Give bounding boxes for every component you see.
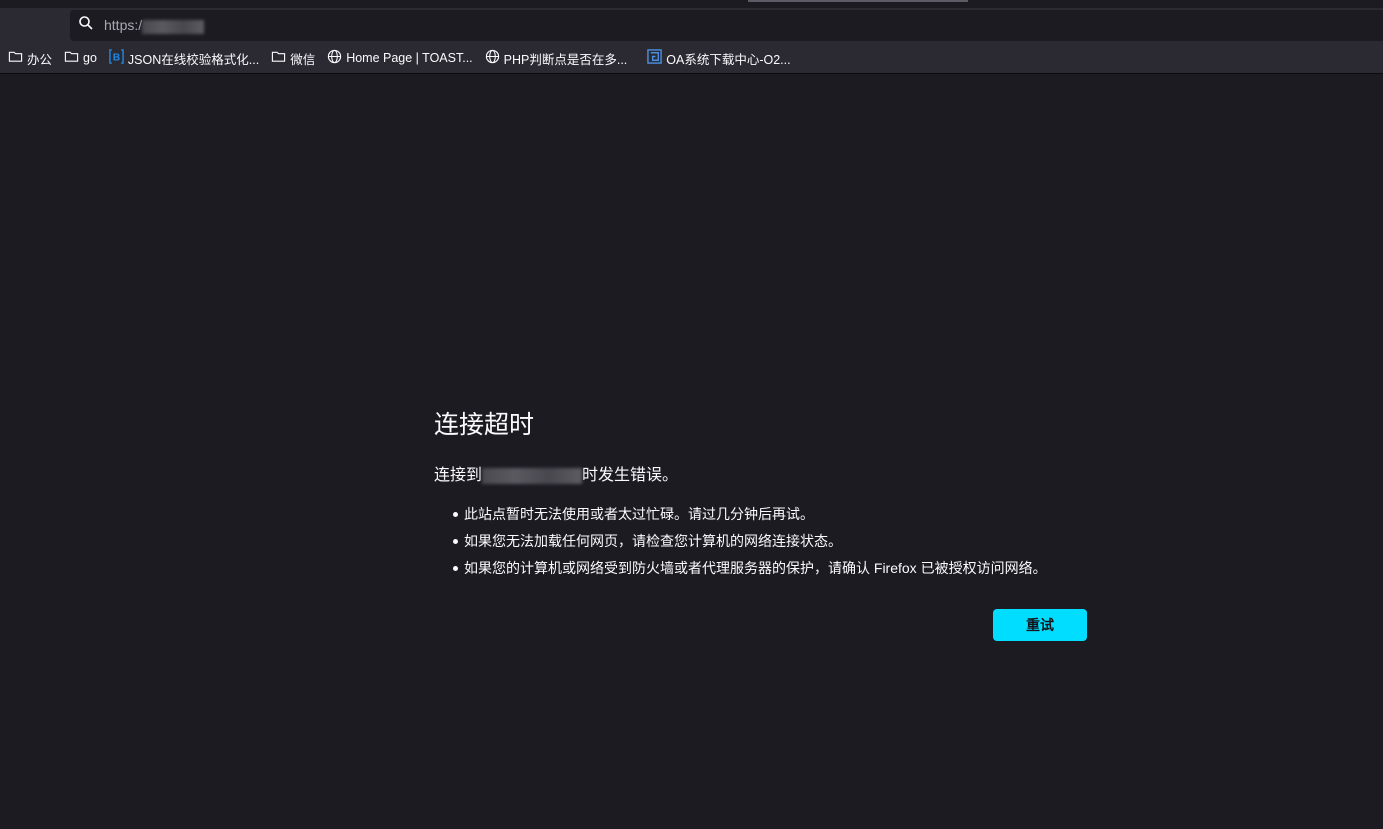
o2-icon: [647, 49, 666, 67]
list-item: 如果您的计算机或网络受到防火墙或者代理服务器的保护，请确认 Firefox 已被…: [434, 555, 1094, 582]
error-suggestions: 此站点暂时无法使用或者太过忙碌。请过几分钟后再试。 如果您无法加载任何网页，请检…: [434, 501, 1094, 582]
svg-text:B: B: [113, 53, 120, 64]
folder-icon: [271, 49, 290, 67]
folder-icon: [8, 49, 27, 67]
globe-icon: [485, 49, 504, 67]
active-tab-edge[interactable]: [748, 0, 968, 2]
bookmark-label: OA系统下载中心-O2...: [666, 52, 791, 67]
bookmark-label: go: [83, 51, 97, 65]
url-text[interactable]: https:/: [104, 17, 205, 34]
bookmark-toast[interactable]: Home Page | TOAST...: [327, 49, 473, 67]
bookmark-label: 微信: [290, 52, 316, 67]
bookmark-label: Home Page | TOAST...: [346, 51, 473, 65]
list-item: 此站点暂时无法使用或者太过忙碌。请过几分钟后再试。: [434, 501, 1094, 528]
bookmark-json[interactable]: B JSON在线校验格式化...: [109, 49, 259, 68]
globe-icon: [327, 49, 346, 67]
url-bar[interactable]: https:/: [70, 10, 1383, 41]
desc-prefix: 连接到: [434, 467, 483, 484]
navigation-toolbar: https:/: [0, 8, 1383, 43]
bookmark-label: 办公: [27, 52, 53, 67]
retry-button[interactable]: 重试: [993, 609, 1087, 641]
url-value: https:/: [104, 17, 143, 34]
bookmark-oa[interactable]: OA系统下载中心-O2...: [647, 49, 791, 68]
bookmark-php[interactable]: PHP判断点是否在多...: [485, 49, 628, 68]
bejson-icon: B: [109, 49, 128, 67]
bookmark-folder-wechat[interactable]: 微信: [271, 49, 315, 68]
bookmark-folder-go[interactable]: go: [64, 49, 97, 67]
search-icon: [78, 15, 94, 36]
bookmark-label: PHP判断点是否在多...: [503, 52, 628, 67]
list-item: 如果您无法加载任何网页，请检查您计算机的网络连接状态。: [434, 528, 1094, 555]
bookmarks-toolbar: 办公 go B JSON在线校验格式化... 微信 Home Page | TOA…: [0, 43, 1383, 74]
folder-icon: [64, 49, 83, 67]
error-description: 连接到 时发生错误。: [434, 461, 1094, 485]
bookmark-label: JSON在线校验格式化...: [127, 52, 260, 67]
desc-suffix: 时发生错误。: [582, 467, 679, 484]
redacted-host: [482, 467, 583, 484]
redacted-url: [142, 19, 205, 34]
bookmark-folder-office[interactable]: 办公: [8, 49, 52, 68]
tab-strip: [0, 0, 1383, 8]
error-title: 连接超时: [434, 411, 535, 439]
error-page: 连接超时 连接到 时发生错误。 此站点暂时无法使用或者太过忙碌。请过几分钟后再试。…: [434, 405, 1094, 641]
